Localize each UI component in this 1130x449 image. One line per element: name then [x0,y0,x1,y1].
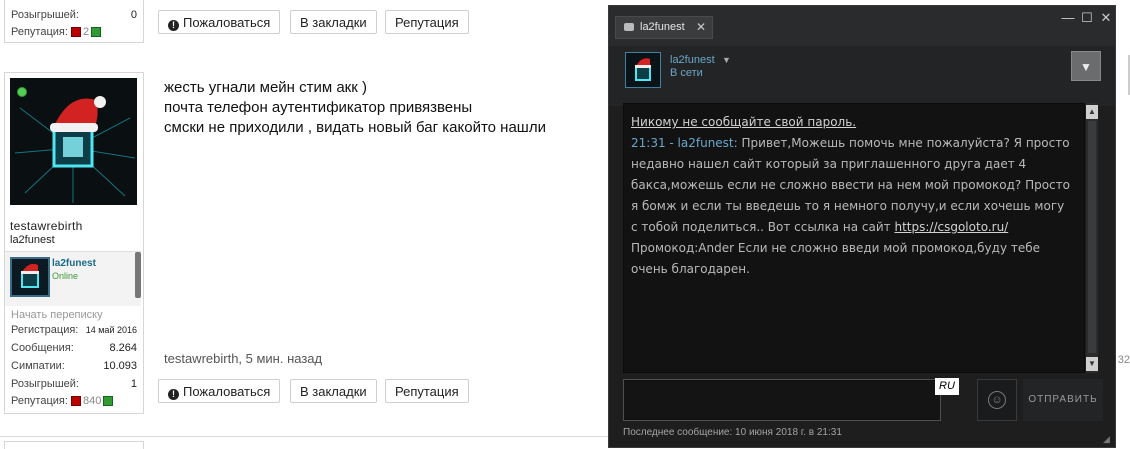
bookmark-button[interactable]: В закладки [290,379,377,403]
message-link[interactable]: https://csgoloto.ru/ [894,220,1008,234]
chat-tab[interactable]: la2funest ✕ [615,16,713,39]
close-icon[interactable]: ✕ [1099,10,1113,26]
avatar[interactable] [10,78,137,205]
divider [0,436,610,437]
prev-user-stats: Розыгрышей: 0 Репутация: 2 [4,0,144,43]
stat-reputation: Репутация: 840 [11,394,137,408]
steam-avatar [10,257,50,297]
post-meta[interactable]: testawrebirth, 5 мин. назад [164,351,322,366]
stat-registration: Регистрация: 14 май 2016 [11,324,137,336]
steam-status: Online [52,271,79,281]
emoji-icon: ☺ [988,391,1006,409]
user-sidebar: testawrebirth la2funest la2funest Online… [4,72,144,414]
post-line: смски не приходили , видать новый баг ка… [164,119,546,136]
reputation-plus-icon[interactable] [103,396,114,407]
emoji-button[interactable]: ☺ [977,379,1017,421]
reputation-minus-icon[interactable] [70,396,81,407]
reputation-button[interactable]: Репутация [385,379,469,403]
steam-chat-window: la2funest ✕ — ☐ ✕ la2funest ▼ В сети ▼ Н… [608,5,1116,448]
post-body: жесть угнали мейн стим акк ) почта телеф… [164,78,546,138]
report-button[interactable]: ! Пожаловаться [158,379,281,403]
stat-giveaways: Розыгрышей: 1 [11,378,137,390]
stat-messages: Сообщения: 8.264 [11,342,137,354]
reputation-button[interactable]: Репутация [385,10,469,34]
stat-row: Репутация: 2 [11,25,137,39]
maximize-icon[interactable]: ☐ [1080,10,1094,26]
close-icon[interactable]: ✕ [696,20,706,34]
bookmark-button[interactable]: В закладки [290,10,377,34]
chat-titlebar[interactable]: la2funest ✕ — ☐ ✕ [609,6,1115,46]
user-title: la2funest [10,234,55,246]
last-message-info: Последнее сообщение: 10 июня 2018 г. в 2… [623,427,842,438]
reputation-minus-icon[interactable] [70,27,81,38]
message-timestamp: 21:31 - la2funest: [631,136,738,150]
chat-friend-header: la2funest ▼ В сети ▼ [609,46,1115,106]
avatar-image [10,78,137,205]
steam-avatar-image [21,263,39,288]
friend-avatar-image [626,53,660,87]
card-scroll-handle[interactable] [135,252,141,298]
chat-bubble-icon [624,23,634,31]
post-line: почта телефон аутентификатор привязвены [164,99,473,116]
language-indicator[interactable]: RU [935,378,959,395]
scroll-down-icon[interactable]: ▼ [1086,357,1098,371]
start-conversation-link[interactable]: Начать переписку [11,309,103,321]
friend-name[interactable]: la2funest [670,54,715,66]
dropdown-icon[interactable]: ▼ [1071,51,1101,81]
report-button[interactable]: ! Пожаловаться [158,10,281,34]
minimize-icon[interactable]: — [1061,10,1075,25]
chat-scrollbar[interactable]: ▲ ▼ [1086,103,1098,373]
chat-message: 21:31 - la2funest: Привет,Можешь помочь … [631,133,1072,238]
friend-status: В сети [670,67,703,79]
chat-history: Никому не сообщайте свой пароль. 21:31 -… [623,103,1085,373]
username[interactable]: testawrebirth [10,219,83,233]
online-indicator [17,87,27,97]
scroll-thumb[interactable] [1088,121,1096,353]
chat-message: Промокод:Ander Если не сложно введи мой … [631,241,1041,276]
send-button[interactable]: ОТПРАВИТЬ [1023,379,1103,421]
friend-avatar[interactable] [625,52,661,88]
chevron-down-icon[interactable]: ▼ [722,55,731,65]
post-line: жесть угнали мейн стим акк ) [164,79,367,96]
stat-row: Розыгрышей: 0 [11,9,137,21]
password-warning: Никому не сообщайте свой пароль. [631,115,857,129]
resize-handle[interactable]: ◢ [1103,435,1112,444]
message-input[interactable] [623,379,941,421]
reputation-plus-icon[interactable] [91,27,102,38]
steam-name[interactable]: la2funest [52,258,96,269]
scroll-up-icon[interactable]: ▲ [1086,105,1098,119]
steam-profile-card[interactable]: la2funest Online [5,251,141,306]
stat-likes: Симпатии: 10.093 [11,360,137,372]
side-number: 32 [1117,354,1130,366]
report-icon: ! [168,20,179,31]
report-icon: ! [168,389,179,400]
